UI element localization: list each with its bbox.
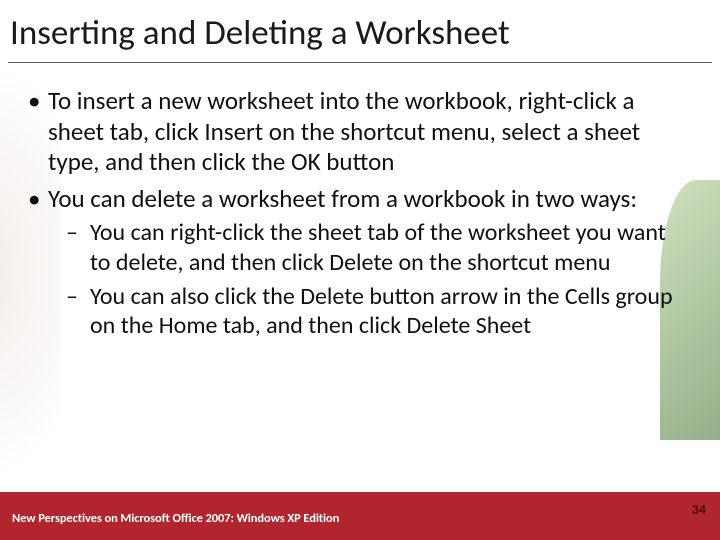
bullet-item: To insert a new worksheet into the workb… xyxy=(24,86,688,178)
sub-bullet-item: You can right-click the sheet tab of the… xyxy=(62,218,688,278)
footer-text: New Perspectives on Microsoft Office 200… xyxy=(12,511,339,526)
sub-bullet-list: You can right-click the sheet tab of the… xyxy=(48,218,688,341)
sub-bullet-item: You can also click the Delete button arr… xyxy=(62,282,688,342)
footer-bar: New Perspectives on Microsoft Office 200… xyxy=(0,492,720,540)
title-underline xyxy=(8,62,712,63)
bullet-item: You can delete a worksheet from a workbo… xyxy=(24,184,688,342)
slide: Inserting and Deleting a Worksheet To in… xyxy=(0,0,720,540)
page-number: 34 xyxy=(692,501,706,518)
sub-bullet-text: You can also click the Delete button arr… xyxy=(90,282,673,341)
slide-body: To insert a new worksheet into the workb… xyxy=(24,86,688,347)
bullet-text: You can delete a worksheet from a workbo… xyxy=(48,183,637,214)
sub-bullet-text: You can right-click the sheet tab of the… xyxy=(90,218,666,277)
bullet-list: To insert a new worksheet into the workb… xyxy=(24,86,688,341)
slide-title: Inserting and Deleting a Worksheet xyxy=(10,12,710,68)
bullet-text: To insert a new worksheet into the workb… xyxy=(48,85,640,177)
